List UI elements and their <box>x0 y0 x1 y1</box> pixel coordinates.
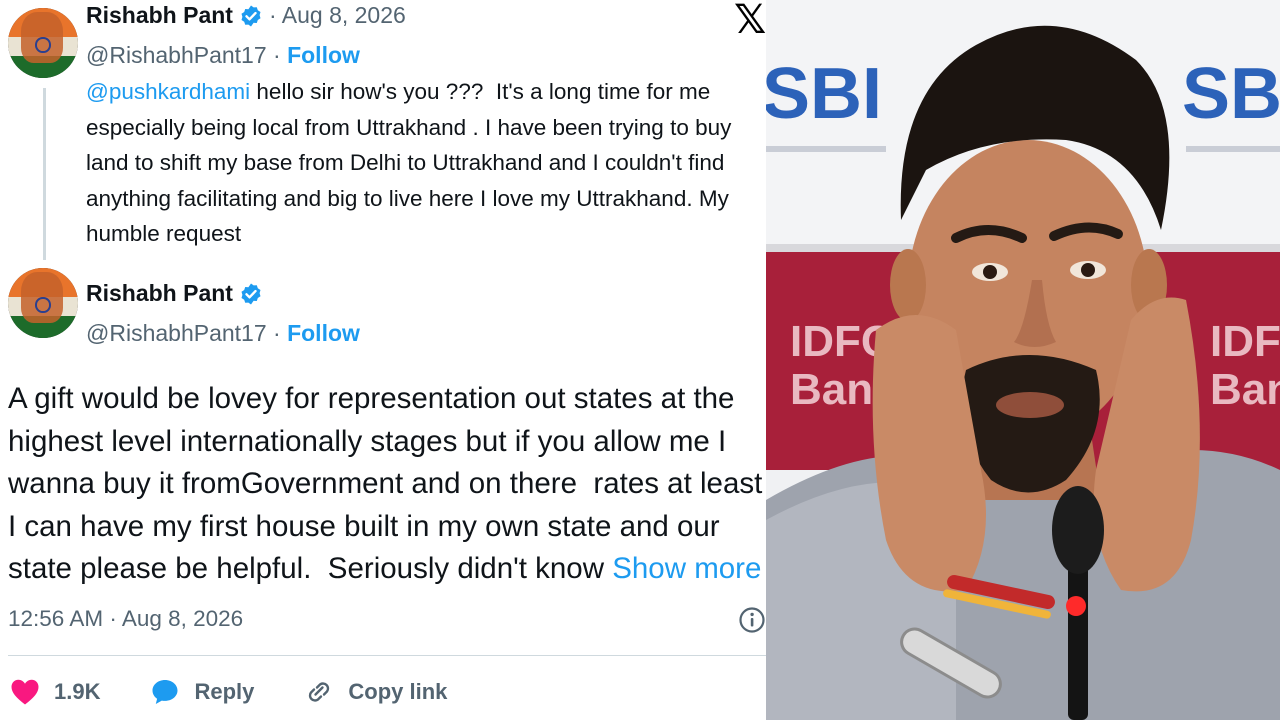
link-icon <box>309 682 330 702</box>
press-conference-photo-illustration: SBI SBI IDFC Bank IDFC Bank <box>766 0 1280 720</box>
follow-button[interactable]: Follow <box>287 42 360 68</box>
tweet-screenshot-panel: 𝕏 Rishabh Pant · Aug 8, 2026 @RishabhPan… <box>0 0 766 720</box>
verified-badge-icon <box>241 283 261 304</box>
tweet-body: @pushkardhami hello sir how's you ??? It… <box>86 74 766 252</box>
heart-icon <box>11 679 39 705</box>
tweet-text: hello sir how's you ??? It's a long time… <box>86 79 738 246</box>
show-more-link[interactable]: Show more <box>612 552 761 585</box>
sponsor-logo: SBI <box>766 54 882 134</box>
avatar[interactable] <box>8 8 78 78</box>
verified-badge-icon <box>241 5 261 26</box>
mention-link[interactable]: @pushkardhami <box>86 79 250 104</box>
reply-button[interactable]: Reply <box>150 678 254 706</box>
tweet-body: A gift would be lovey for representation… <box>8 378 766 591</box>
author-handle[interactable]: @RishabhPant17 · <box>86 320 281 346</box>
sponsor-logo: IDFC <box>1210 317 1280 366</box>
like-count: 1.9K <box>54 679 101 704</box>
reply-label: Reply <box>194 679 255 704</box>
handle-row: @RishabhPant17 · Follow <box>86 42 360 69</box>
thread-connector-line <box>43 88 46 260</box>
info-icon[interactable] <box>738 606 766 634</box>
copy-link-button[interactable]: Copy link <box>304 678 447 706</box>
sponsor-logo: SBI <box>1182 54 1280 134</box>
tweet-timestamp[interactable]: 12:56 AM · Aug 8, 2026 <box>8 606 243 632</box>
divider <box>8 655 766 656</box>
avatar[interactable] <box>8 268 78 338</box>
sponsor-logo: Bank <box>1210 365 1280 414</box>
author-handle[interactable]: @RishabhPant17 · <box>86 42 281 68</box>
tweet-actions-bar: 1.9K Reply Copy link <box>10 672 497 712</box>
tweet-author-row: Rishabh Pant <box>86 280 263 307</box>
speech-bubble-icon <box>152 680 178 704</box>
press-conference-photo: SBI SBI IDFC Bank IDFC Bank <box>766 0 1280 720</box>
author-name[interactable]: Rishabh Pant <box>86 2 233 29</box>
copy-link-label: Copy link <box>348 679 448 704</box>
handle-row: @RishabhPant17 · Follow <box>86 320 360 347</box>
author-name[interactable]: Rishabh Pant <box>86 280 233 307</box>
tweet-date[interactable]: · Aug 8, 2026 <box>269 2 406 29</box>
follow-button[interactable]: Follow <box>287 320 360 346</box>
tweet-author-row: Rishabh Pant · Aug 8, 2026 <box>86 2 406 29</box>
like-button[interactable]: 1.9K <box>10 678 100 706</box>
x-logo-icon[interactable]: 𝕏 <box>734 0 766 40</box>
